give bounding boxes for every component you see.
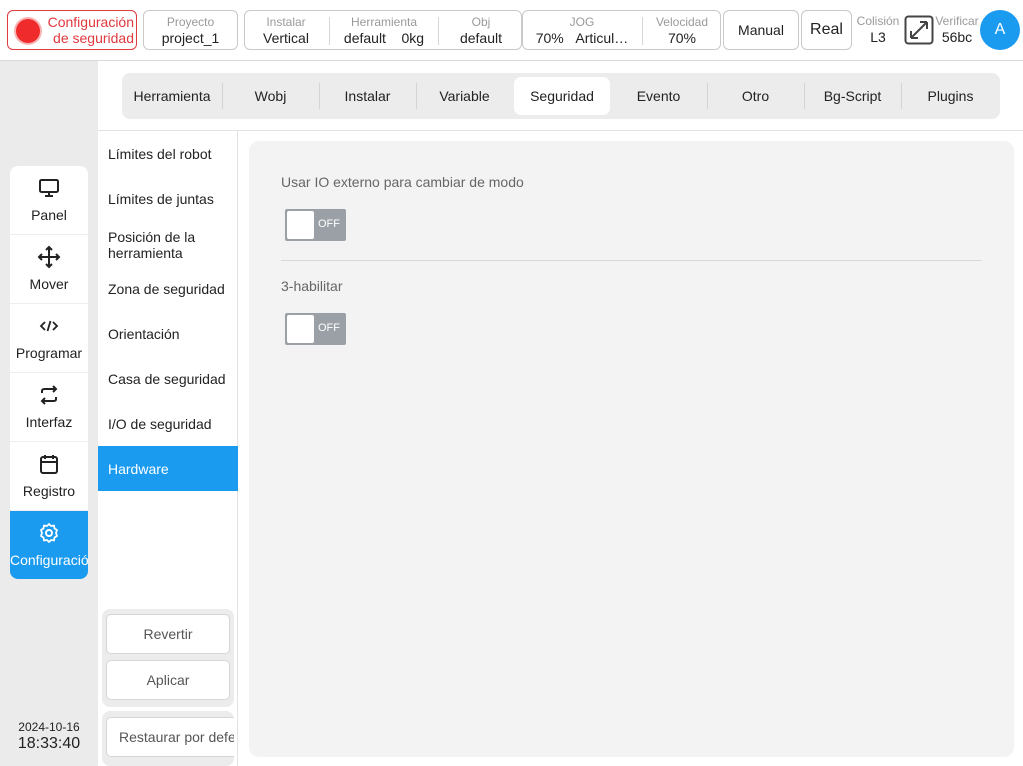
nav-item-label: Panel (31, 207, 67, 223)
project-selector[interactable]: Proyecto project_1 (143, 10, 238, 50)
nav-item-label: Programar (15, 345, 83, 361)
speed-label: Velocidad (655, 15, 709, 29)
nav-item-program[interactable]: Programar (10, 304, 88, 373)
tab-tool[interactable]: Herramienta (122, 73, 222, 119)
submenu-joint-limits[interactable]: Límites de juntas (98, 177, 238, 221)
nav-item-label: Configuración (10, 552, 88, 568)
tool-value: default 0kg (343, 30, 425, 46)
divider (329, 17, 330, 45)
swap-arrows-icon (40, 385, 58, 405)
user-avatar[interactable]: A (980, 10, 1020, 50)
project-value: project_1 (161, 30, 220, 46)
revert-apply-group: Revertir Aplicar (102, 609, 234, 707)
toggle-state: OFF (318, 218, 340, 230)
submenu-orientation[interactable]: Orientación (98, 312, 238, 356)
tab-variable[interactable]: Variable (416, 73, 513, 119)
tab-event[interactable]: Evento (610, 73, 707, 119)
expand-icon[interactable] (904, 15, 934, 45)
submenu-tool-position[interactable]: Posición de la herramienta (98, 223, 228, 267)
safety-submenu: Límites del robot Límites de juntas Posi… (98, 131, 238, 766)
obj-value: default (459, 30, 503, 46)
jog-value: 70% Articul… (535, 30, 629, 46)
nav-item-move[interactable]: Mover (10, 235, 88, 304)
divider (281, 260, 982, 261)
jog-speed-panel[interactable]: JOG 70% Articul… Velocidad 70% (522, 10, 721, 50)
three-enable-toggle[interactable]: OFF (285, 313, 346, 345)
monitor-icon (39, 179, 59, 197)
submenu-safety-zone[interactable]: Zona de seguridad (98, 267, 238, 311)
toggle-knob (287, 211, 314, 239)
nav-item-panel[interactable]: Panel (10, 166, 88, 235)
install-label: Instalar (266, 15, 306, 29)
settings-panel: Herramienta Wobj Instalar Variable Segur… (98, 61, 1023, 766)
tab-other[interactable]: Otro (707, 73, 804, 119)
toggle-knob (287, 315, 314, 343)
settings-tabs: Herramienta Wobj Instalar Variable Segur… (122, 73, 1000, 119)
install-tool-obj-panel[interactable]: Instalar Vertical Herramienta default 0k… (244, 10, 522, 50)
system-clock: 2024-10-16 18:33:40 (4, 720, 94, 753)
move-arrows-icon (37, 245, 61, 269)
nav-item-label: Mover (29, 276, 69, 292)
divider (438, 17, 439, 45)
apply-button[interactable]: Aplicar (106, 660, 230, 700)
install-value: Vertical (263, 30, 309, 46)
gear-icon (40, 523, 58, 543)
restore-group: Restaurar por defecto (102, 711, 234, 766)
safety-config-label: Configuración de seguridad (47, 14, 134, 46)
top-status-bar: Configuración de seguridad Proyecto proj… (0, 0, 1023, 61)
manual-mode-button[interactable]: Manual (723, 10, 799, 50)
main-nav: Panel Mover Programar Interfaz Registro (10, 166, 88, 579)
safety-config-button[interactable]: Configuración de seguridad (7, 10, 137, 50)
external-io-label: Usar IO externo para cambiar de modo (281, 174, 524, 190)
submenu-hardware[interactable]: Hardware (98, 446, 238, 491)
revert-button[interactable]: Revertir (106, 614, 230, 654)
submenu-robot-limits[interactable]: Límites del robot (98, 133, 238, 175)
calendar-icon (40, 455, 58, 474)
safety-status-indicator-icon (16, 19, 40, 43)
submenu-safety-io[interactable]: I/O de seguridad (98, 402, 238, 446)
speed-value: 70% (667, 30, 697, 46)
tab-plugins[interactable]: Plugins (901, 73, 1000, 119)
submenu-safety-home[interactable]: Casa de seguridad (98, 357, 238, 401)
external-io-toggle[interactable]: OFF (285, 209, 346, 241)
jog-label: JOG (569, 15, 595, 29)
obj-label: Obj (471, 15, 491, 29)
tab-safety[interactable]: Seguridad (514, 77, 610, 115)
nav-item-log[interactable]: Registro (10, 442, 88, 511)
hardware-settings: Usar IO externo para cambiar de modo OFF… (249, 141, 1014, 757)
nav-item-interface[interactable]: Interfaz (10, 373, 88, 442)
tab-wobj[interactable]: Wobj (222, 73, 319, 119)
system-date: 2024-10-16 (18, 720, 80, 734)
restore-default-button[interactable]: Restaurar por defecto (106, 717, 234, 757)
project-label: Proyecto (166, 15, 215, 29)
tab-install[interactable]: Instalar (319, 73, 416, 119)
collision-level[interactable]: Colisión L3 (855, 14, 901, 46)
tool-label: Herramienta (350, 15, 418, 29)
system-time: 18:33:40 (17, 735, 81, 752)
real-mode-button[interactable]: Real (801, 10, 852, 50)
tab-bg-script[interactable]: Bg-Script (804, 73, 901, 119)
code-icon (39, 320, 59, 332)
verify-checksum[interactable]: Verificar 56bc (934, 14, 980, 46)
nav-item-settings[interactable]: Configuración (10, 511, 88, 579)
nav-item-label: Registro (22, 483, 76, 499)
nav-item-label: Interfaz (25, 414, 73, 430)
three-enable-label: 3-habilitar (281, 278, 343, 294)
toggle-state: OFF (318, 322, 340, 334)
